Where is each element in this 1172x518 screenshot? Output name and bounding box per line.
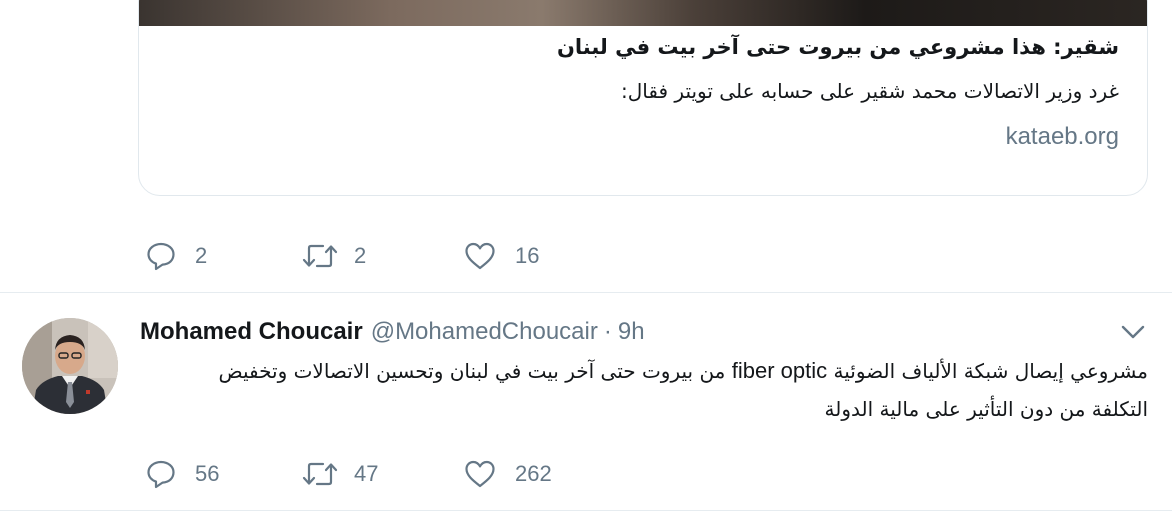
reply-button[interactable]: 2	[145, 240, 207, 272]
retweet-button[interactable]: 2	[302, 240, 366, 272]
tweet-text: مشروعي إيصال شبكة الألياف الضوئية fiber …	[160, 352, 1148, 428]
separator-dot: ·	[603, 318, 612, 345]
tweet-text-part1: مشروعي إيصال شبكة الألياف الضوئية	[827, 359, 1148, 383]
retweet-icon	[302, 462, 338, 486]
reply-count: 2	[195, 243, 208, 268]
avatar[interactable]	[22, 318, 118, 414]
card-image	[139, 0, 1147, 26]
like-button[interactable]: 16	[463, 240, 539, 272]
tweet-timestamp[interactable]: 9h	[618, 318, 645, 346]
reply-icon	[147, 242, 175, 271]
tweet-text-english: fiber optic	[731, 358, 828, 383]
retweet-button[interactable]: 47	[302, 458, 378, 490]
like-button[interactable]: 262	[463, 458, 552, 490]
reply-count: 56	[195, 461, 220, 486]
tweet-header: Mohamed Choucair @MohamedChoucair · 9h	[140, 316, 645, 348]
card-domain: kataeb.org	[1005, 123, 1119, 150]
reply-icon	[147, 460, 175, 489]
avatar-image	[22, 318, 118, 414]
tweet-divider	[0, 292, 1172, 293]
heart-icon	[465, 460, 495, 488]
author-name[interactable]: Mohamed Choucair	[140, 318, 363, 346]
more-menu-button[interactable]	[1120, 322, 1146, 342]
reply-button[interactable]: 56	[145, 458, 219, 490]
link-card[interactable]: شقير: هذا مشروعي من بيروت حتى آخر بيت في…	[138, 0, 1148, 196]
retweet-count: 2	[354, 243, 367, 268]
retweet-icon	[302, 244, 338, 268]
chevron-down-icon	[1121, 325, 1145, 339]
like-count: 262	[515, 461, 552, 486]
like-count: 16	[515, 243, 540, 268]
card-title: شقير: هذا مشروعي من بيروت حتى آخر بيت في…	[556, 35, 1119, 59]
card-description: غرد وزير الاتصالات محمد شقير على حسابه ع…	[621, 79, 1119, 103]
tweet-divider	[0, 510, 1172, 511]
heart-icon	[465, 242, 495, 270]
author-handle[interactable]: @MohamedChoucair	[371, 318, 598, 346]
retweet-count: 47	[354, 461, 379, 486]
